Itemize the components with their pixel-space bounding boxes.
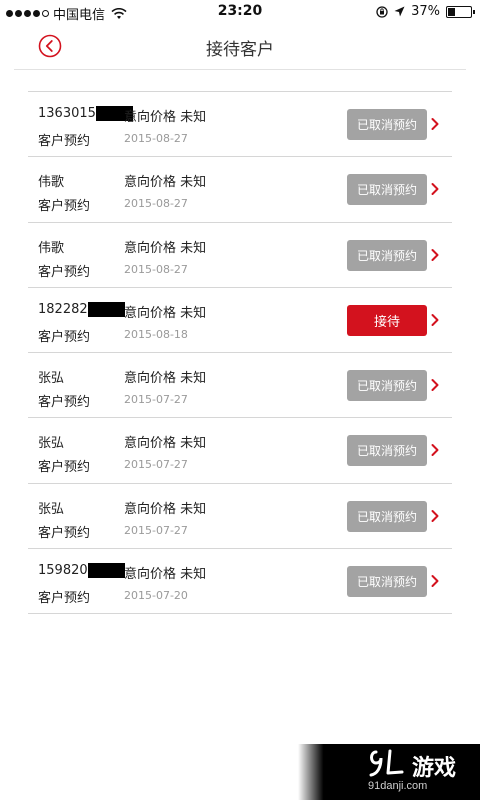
intent-price: 意向价格 未知: [124, 240, 207, 256]
customer-name: 1363015: [38, 106, 133, 121]
customer-name: 张弘: [38, 498, 64, 517]
watermark-subtext: 91danji.com: [368, 780, 428, 792]
chevron-right-icon[interactable]: [430, 313, 440, 327]
receive-button[interactable]: 接待: [347, 304, 427, 336]
customer-name-text: 159820: [38, 563, 88, 579]
list-item[interactable]: 张弘 客户预约 意向价格 未知 2015-07-27 已取消预约: [28, 418, 452, 484]
customer-type: 客户预约: [38, 525, 91, 541]
cancelled-status-button[interactable]: 已取消预约: [347, 239, 427, 271]
intent-price: 意向价格 未知: [124, 567, 207, 583]
appointment-date: 2015-08-27: [124, 197, 188, 211]
customer-list: 1363015 客户预约 意向价格 未知 2015-08-27 已取消预约 伟歌…: [28, 91, 452, 615]
intent-price: 意向价格 未知: [124, 436, 207, 452]
battery-level-fill: [448, 7, 456, 16]
customer-name-text: 1363015: [38, 106, 96, 121]
intent-price: 意向价格 未知: [124, 501, 207, 517]
customer-name: 182282: [38, 301, 125, 317]
list-item[interactable]: 伟歌 客户预约 意向价格 未知 2015-08-27 已取消预约: [28, 157, 452, 223]
chevron-right-icon[interactable]: [430, 574, 440, 588]
customer-name-text: 张弘: [38, 501, 65, 517]
customer-type: 客户预约: [38, 134, 91, 149]
list-item[interactable]: 159820 客户预约 意向价格 未知 2015-07-20 已取消预约: [28, 549, 452, 615]
chevron-right-icon[interactable]: [430, 509, 440, 523]
appointment-date: 2015-07-27: [124, 458, 188, 472]
customer-type: 客户预约: [38, 591, 91, 607]
cancelled-status-button[interactable]: 已取消预约: [347, 500, 427, 532]
battery-icon: [446, 5, 475, 18]
appointment-date: 2015-08-27: [124, 132, 188, 145]
customer-name-text: 张弘: [38, 371, 65, 387]
watermark: 游戏 91danji.com: [298, 744, 480, 800]
list-item[interactable]: 1363015 客户预约 意向价格 未知 2015-08-27 已取消预约: [28, 92, 452, 158]
chevron-right-icon[interactable]: [430, 117, 440, 131]
status-bar: 中国电信 23:20 37%: [0, 0, 480, 24]
cancelled-status-button[interactable]: 已取消预约: [347, 435, 427, 467]
customer-name: 伟歌: [38, 237, 64, 256]
customer-name-text: 伟歌: [38, 240, 65, 256]
customer-name-text: 张弘: [38, 436, 65, 452]
customer-type: 客户预约: [38, 199, 91, 215]
customer-name-text: 182282: [38, 301, 88, 317]
list-item[interactable]: 182282 客户预约 意向价格 未知 2015-08-18 接待: [28, 288, 452, 354]
list-item[interactable]: 张弘 客户预约 意向价格 未知 2015-07-27 已取消预约: [28, 353, 452, 419]
appointment-date: 2015-07-20: [124, 589, 188, 603]
chevron-right-icon[interactable]: [430, 182, 440, 196]
customer-name-text: 伟歌: [38, 175, 65, 191]
redaction-bar: [87, 301, 125, 317]
cancelled-status-button[interactable]: 已取消预约: [347, 109, 427, 140]
list-item[interactable]: 张弘 客户预约 意向价格 未知 2015-07-27 已取消预约: [28, 484, 452, 550]
customer-type: 客户预约: [38, 329, 91, 345]
redaction-bar: [87, 563, 125, 579]
customer-name: 张弘: [38, 432, 64, 451]
chevron-right-icon[interactable]: [430, 248, 440, 262]
appointment-date: 2015-07-27: [124, 523, 188, 537]
intent-price: 意向价格 未知: [124, 175, 207, 191]
watermark-text: 游戏: [412, 756, 457, 781]
battery-percent: 37%: [411, 4, 440, 19]
rotation-lock-icon: [376, 5, 388, 18]
customer-type: 客户预约: [38, 460, 91, 476]
intent-price: 意向价格 未知: [124, 305, 207, 321]
cancelled-status-button[interactable]: 已取消预约: [347, 174, 427, 206]
appointment-date: 2015-08-18: [124, 327, 188, 341]
cancelled-status-button[interactable]: 已取消预约: [347, 566, 427, 598]
customer-type: 客户预约: [38, 264, 91, 280]
status-right: 37%: [376, 4, 475, 19]
customer-name: 159820: [38, 563, 125, 579]
customer-name: 张弘: [38, 367, 64, 386]
nav-bar: 接待客户: [14, 24, 466, 70]
chevron-right-icon[interactable]: [430, 443, 440, 457]
customer-name: 伟歌: [38, 171, 64, 190]
cancelled-status-button[interactable]: 已取消预约: [347, 370, 427, 402]
intent-price: 意向价格 未知: [124, 110, 207, 125]
appointment-date: 2015-07-27: [124, 393, 188, 407]
intent-price: 意向价格 未知: [124, 371, 207, 387]
list-item[interactable]: 伟歌 客户预约 意向价格 未知 2015-08-27 已取消预约: [28, 223, 452, 288]
location-arrow-icon: [394, 6, 405, 17]
watermark-logo-icon: [369, 749, 404, 777]
appointment-date: 2015-08-27: [124, 262, 188, 276]
page-title: 接待客户: [206, 40, 274, 60]
chevron-right-icon[interactable]: [430, 378, 440, 392]
customer-type: 客户预约: [38, 395, 91, 411]
